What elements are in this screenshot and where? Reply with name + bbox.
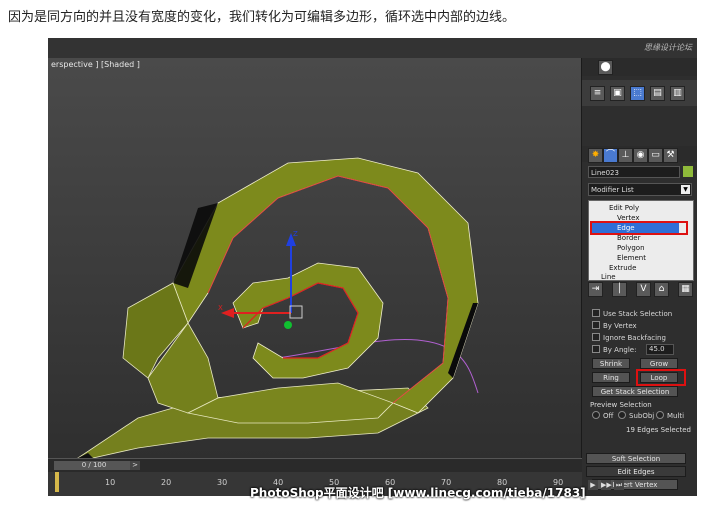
- preview-multi-radio[interactable]: Multi: [656, 411, 684, 421]
- time-next-button[interactable]: >: [130, 461, 140, 470]
- image-icon[interactable]: ▤: [650, 86, 665, 101]
- motion-tab-icon[interactable]: ◉: [633, 148, 648, 163]
- svg-text:X: X: [218, 304, 223, 312]
- time-slider-bar: 0 / 100 >: [48, 458, 582, 473]
- tick-label: 10: [105, 478, 116, 487]
- time-slider[interactable]: 0 / 100: [54, 461, 134, 470]
- perspective-viewport[interactable]: erspective ] [Shaded ] X Z: [48, 58, 582, 458]
- preview-selection-label: Preview Selection: [590, 401, 652, 409]
- grow-button[interactable]: Grow: [640, 358, 678, 369]
- spiral-geometry: X Z: [77, 157, 479, 458]
- edit-edges-rollout[interactable]: Edit Edges: [586, 466, 686, 477]
- edges-selected-status: 19 Edges Selected: [626, 426, 691, 434]
- utilities-tab-icon[interactable]: ⚒: [663, 148, 678, 163]
- ignore-backfacing-checkbox[interactable]: Ignore Backfacing: [592, 333, 666, 343]
- tick-label: 20: [161, 478, 172, 487]
- stack-item-polygon[interactable]: Polygon: [617, 243, 645, 253]
- end-icon[interactable]: ⏭: [614, 480, 624, 490]
- pin-icon[interactable]: ⬤: [598, 60, 613, 75]
- hierarchy-tab-icon[interactable]: ⊥: [618, 148, 633, 163]
- chevron-down-icon[interactable]: ▼: [681, 185, 690, 194]
- by-vertex-checkbox[interactable]: By Vertex: [592, 321, 637, 331]
- make-unique-icon[interactable]: V: [636, 282, 651, 297]
- create-tab-icon[interactable]: ✸: [588, 148, 603, 163]
- pin-stack-icon[interactable]: ⇥: [588, 282, 603, 297]
- caption-text: 因为是同方向的并且没有宽度的变化，我们转化为可编辑多边形，循环选中内部的边线。: [8, 10, 516, 25]
- ring-button[interactable]: Ring: [592, 372, 630, 383]
- tick-label: 30: [217, 478, 228, 487]
- show-end-result-icon[interactable]: │: [612, 282, 627, 297]
- get-stack-selection-button[interactable]: Get Stack Selection: [592, 386, 678, 397]
- object-color-swatch[interactable]: [683, 166, 693, 177]
- svg-text:Z: Z: [293, 230, 298, 238]
- watermark-bottom: PhotoShop平面设计吧 [www.linecg.com/tieba/178…: [250, 486, 586, 500]
- preview-subobj-radio[interactable]: SubObj: [618, 411, 654, 421]
- use-stack-selection-checkbox[interactable]: Use Stack Selection: [592, 309, 672, 319]
- layer-icon[interactable]: ≡: [590, 86, 605, 101]
- command-panel: 思缘设计论坛 ⬤ ≡ ▣ ⬚ ▤ ▥ ✸ ⌒ ⊥ ◉ ▭ ⚒ Line023 M…: [581, 43, 697, 496]
- watermark-top: 思缘设计论坛: [644, 43, 692, 52]
- soft-selection-rollout[interactable]: Soft Selection: [586, 453, 686, 464]
- render-icon[interactable]: ▥: [670, 86, 685, 101]
- configure-sets-icon[interactable]: ▦: [678, 282, 693, 297]
- modify-tab-icon[interactable]: ⌒: [603, 148, 618, 163]
- modifier-list-label: Modifier List: [591, 186, 634, 194]
- shrink-button[interactable]: Shrink: [592, 358, 630, 369]
- by-angle-checkbox[interactable]: By Angle:: [592, 345, 636, 355]
- remove-modifier-icon[interactable]: ⌂: [654, 282, 669, 297]
- next-frame-icon[interactable]: ▶▶: [601, 480, 612, 490]
- max-window: erspective ] [Shaded ] X Z 思缘设计论坛 ⬤ ≡ ▣ …: [48, 38, 697, 496]
- frame-marker[interactable]: [55, 472, 59, 492]
- stack-item-line[interactable]: Line: [601, 272, 616, 282]
- edge-highlight-box: [590, 221, 688, 235]
- preview-off-radio[interactable]: Off: [592, 411, 613, 421]
- top-toolbar: [48, 38, 697, 58]
- stack-item-edit-poly[interactable]: Edit Poly: [609, 203, 639, 213]
- modifier-list-dropdown[interactable]: Modifier List ▼: [588, 183, 692, 196]
- display-tab-icon[interactable]: ▭: [648, 148, 663, 163]
- select-icon[interactable]: ⬚: [630, 86, 645, 101]
- cube-icon[interactable]: ▣: [610, 86, 625, 101]
- angle-value-field[interactable]: 45.0: [646, 344, 674, 355]
- play-icon[interactable]: ▶: [588, 480, 598, 490]
- modifier-stack[interactable]: Edit Poly Vertex Edge Border Polygon Ele…: [588, 200, 694, 281]
- object-name-field[interactable]: Line023: [588, 166, 680, 178]
- stack-icon-row: ⇥ │ V ⌂ ▦: [588, 282, 693, 297]
- stack-item-element[interactable]: Element: [617, 253, 646, 263]
- loop-highlight-box: [636, 369, 686, 386]
